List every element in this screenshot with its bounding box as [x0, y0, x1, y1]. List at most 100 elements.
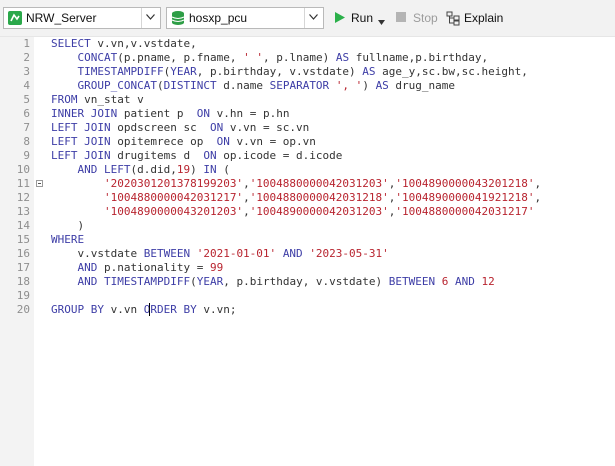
code-token: , — [534, 177, 542, 190]
code-line[interactable]: 12 '1004880000042031217','10048800000420… — [0, 191, 615, 205]
code-token: AND — [77, 163, 98, 176]
code-token: AS — [362, 65, 376, 78]
code-line[interactable]: 11 '202030120137819920З','10048800000420… — [0, 177, 615, 191]
code-token: LEFT JOIN — [51, 121, 111, 134]
code-text: LEFT JOIN drugitems d ON op.icode = d.ic… — [51, 149, 342, 163]
explain-label: Explain — [464, 11, 504, 25]
code-token: age_y,sc.bw,sc.height, — [375, 65, 528, 78]
sql-editor[interactable]: 1 SELECT v.vn,v.vstdate, 2 CONCAT(p.pname,… — [0, 37, 615, 466]
code-token: opdscreen sc — [110, 121, 210, 134]
code-token: v.vstdate — [51, 247, 144, 260]
code-token: , — [243, 177, 250, 190]
code-text: '1004890000043201203','10048900000420312… — [51, 205, 534, 219]
code-token: INNER JOIN — [51, 107, 118, 120]
code-line[interactable]: 16 v.vstdate BETWEEN '2021-01-01' AND '2… — [0, 247, 615, 261]
code-token: SELECT — [51, 37, 98, 50]
chevron-down-icon[interactable] — [141, 8, 160, 28]
code-token: '1004890000041921218' — [395, 191, 535, 204]
code-token: ( — [156, 79, 164, 92]
code-text: LEFT JOIN opitemrece op ON v.vn = op.vn — [51, 135, 316, 149]
code-line[interactable]: 17 AND p.nationality = 99 — [0, 261, 615, 275]
line-number: 5 — [23, 93, 30, 106]
database-select[interactable]: hosxp_pcu — [166, 7, 324, 29]
code-token: ON — [203, 149, 217, 162]
caret-down-icon[interactable] — [378, 14, 385, 28]
code-line[interactable]: 19 — [0, 289, 615, 303]
code-line[interactable]: 9 LEFT JOIN drugitems d ON op.icode = d.i… — [0, 149, 615, 163]
line-number: 9 — [23, 149, 30, 162]
code-token: TIMESTAMPDIFF — [104, 275, 191, 288]
code-token: GROUP BY — [51, 303, 104, 316]
code-token: drug_name — [388, 79, 456, 92]
line-number: 20 — [16, 303, 30, 316]
code-line[interactable]: 3 TIMESTAMPDIFF(YEAR, p.birthday, v.vstd… — [0, 65, 615, 79]
code-token: DISTINCT — [163, 79, 217, 92]
code-token: 99 — [209, 261, 224, 274]
code-token: ON — [209, 121, 224, 134]
code-token: (p.pname, p.fname, — [117, 51, 244, 64]
code-token: ON — [196, 107, 210, 120]
run-label: Run — [351, 11, 374, 25]
code-line[interactable]: 2 CONCAT(p.pname, p.fname, ' ', p.lname)… — [0, 51, 615, 65]
code-token: drugitems d — [110, 149, 204, 162]
code-token: , — [243, 191, 250, 204]
code-line[interactable]: 5 FROM vn_stat v — [0, 93, 615, 107]
code-token: ( — [216, 163, 230, 176]
code-token: AND — [282, 247, 303, 260]
code-line[interactable]: 14 ) — [0, 219, 615, 233]
code-line[interactable]: 18 AND TIMESTAMPDIFF(YEAR, p.birthday, v… — [0, 275, 615, 289]
code-text: ) — [51, 219, 84, 233]
code-token: (d.did, — [130, 163, 177, 176]
code-text: LEFT JOIN opdscreen sc ON v.vn = sc.vn — [51, 121, 309, 135]
code-token: ' ' — [243, 51, 263, 64]
code-token: '2023-05-31' — [309, 247, 389, 260]
database-label: hosxp_pcu — [189, 11, 248, 25]
code-token: , — [243, 205, 250, 218]
chevron-down-icon[interactable] — [304, 8, 323, 28]
code-token: ) — [51, 219, 85, 232]
line-number: 7 — [23, 121, 30, 134]
connection-label: NRW_Server — [26, 11, 97, 25]
text-caret — [149, 303, 150, 316]
line-number: 16 — [16, 247, 30, 260]
code-token: '2021-01-01' — [196, 247, 277, 260]
code-line[interactable]: 7 LEFT JOIN opdscreen sc ON v.vn = sc.vn — [0, 121, 615, 135]
code-token: WHERE — [51, 233, 85, 246]
code-token: ) — [190, 163, 204, 176]
code-line[interactable]: 6 INNER JOIN patient p ON v.hn = p.hn — [0, 107, 615, 121]
code-token: ( — [190, 275, 197, 288]
code-token: 19 — [176, 163, 191, 176]
code-line[interactable]: 10 AND LEFT(d.did,19) IN ( — [0, 163, 615, 177]
code-text: SELECT v.vn,v.vstdate, — [51, 37, 197, 51]
code-token: op.icode = d.icode — [216, 149, 343, 162]
code-text: AND TIMESTAMPDIFF(YEAR, p.birthday, v.vs… — [51, 275, 495, 289]
code-line[interactable]: 1 SELECT v.vn,v.vstdate, — [0, 37, 615, 51]
code-token: AND — [77, 275, 98, 288]
server-connection-icon — [7, 10, 23, 26]
code-line[interactable]: 20 GROUP BY v.vn ORDER BY v.vn; — [0, 303, 615, 317]
code-token: v.vn — [103, 303, 144, 316]
code-line[interactable]: 4 GROUP_CONCAT(DISTINCT d.name SEPARATOR… — [0, 79, 615, 93]
code-token: '202030120137819920З' — [103, 177, 244, 190]
toolbar: NRW_Server hosxp_pcu Run Stop Explain — [0, 0, 615, 37]
line-number: 8 — [23, 135, 30, 148]
code-token: SEPARATOR — [269, 79, 330, 92]
code-line[interactable]: 15 WHERE — [0, 233, 615, 247]
code-text: '202030120137819920З','10048800000420312… — [51, 177, 541, 191]
code-line[interactable]: 13 '1004890000043201203','10048900000420… — [0, 205, 615, 219]
connection-select[interactable]: NRW_Server — [3, 7, 161, 29]
code-line[interactable]: 8 LEFT JOIN opitemrece op ON v.vn = op.vn — [0, 135, 615, 149]
code-token: YEAR — [196, 275, 224, 288]
code-token: v.vn; — [196, 303, 237, 316]
code-token: BETWEEN — [388, 275, 436, 288]
code-token: , p.birthday, v.vstdate) — [196, 65, 363, 78]
code-token: AS — [335, 51, 350, 64]
fold-collapse-icon[interactable] — [36, 180, 43, 187]
